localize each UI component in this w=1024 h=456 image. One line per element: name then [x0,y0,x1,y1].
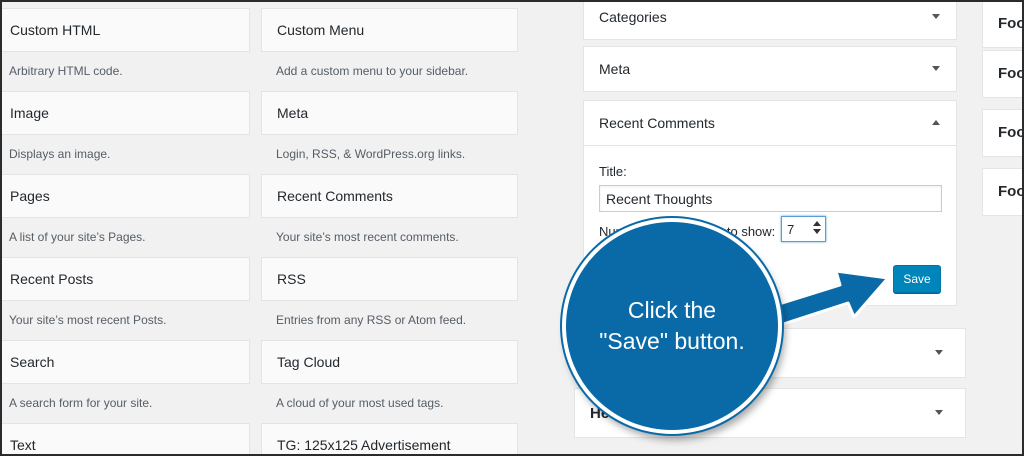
widget-title: Foo [998,15,1024,32]
title-label: Title: [599,164,627,179]
title-input[interactable] [599,185,942,212]
widget-description: Add a custom menu to your sidebar. [276,64,469,78]
widget-header[interactable]: Categories [584,0,956,39]
widget-description: Displays an image. [9,147,111,161]
widget-tg-advertisement[interactable]: TG: 125x125 Advertisement [261,423,518,456]
far-right-widget[interactable]: Foo [982,109,1024,157]
caret-down-icon[interactable] [932,66,940,71]
widget-description: A list of your site’s Pages. [9,230,146,244]
caret-down-icon[interactable] [935,410,943,415]
widget-description: Arbitrary HTML code. [9,64,123,78]
widget-description: Your site’s most recent Posts. [9,313,167,327]
callout-text: Click the "Save" button. [587,295,757,357]
widget-name: Recent Comments [277,188,393,204]
widget-pages[interactable]: Pages [0,174,250,218]
far-right-widget[interactable]: Foo [982,50,1024,98]
widget-name: Image [10,105,49,121]
widget-name: Custom HTML [10,22,101,38]
number-value: 7 [787,221,795,237]
widget-name: Meta [277,105,309,121]
save-button[interactable]: Save [893,265,941,293]
spin-down-icon[interactable] [813,229,821,234]
widget-recent-posts[interactable]: Recent Posts [0,257,250,301]
widget-description: Login, RSS, & WordPress.org links. [276,147,466,161]
widget-recent-comments[interactable]: Recent Comments [261,174,518,218]
caret-up-icon[interactable] [932,120,940,125]
number-of-comments-input[interactable]: 7 [781,216,826,242]
widget-search[interactable]: Search [0,340,250,384]
far-right-widget[interactable]: Foo [982,0,1024,48]
widget-tag-cloud[interactable]: Tag Cloud [261,340,518,384]
far-right-widget[interactable]: Foo [982,168,1024,216]
widget-name: Pages [10,188,50,204]
widget-custom-html[interactable]: Custom HTML [0,8,250,52]
widget-name: Tag Cloud [277,354,341,370]
widget-meta[interactable]: Meta [261,91,518,135]
widget-header[interactable]: Meta [584,47,956,91]
caret-down-icon[interactable] [932,14,940,19]
widget-description: A cloud of your most used tags. [276,396,444,410]
widget-title: Categories [599,9,667,25]
widget-header[interactable]: Recent Comments [584,101,956,145]
widget-name: Recent Posts [10,271,94,287]
widget-description: A search form for your site. [9,396,153,410]
widget-custom-menu[interactable]: Custom Menu [261,8,518,52]
widget-name: RSS [277,271,306,287]
spin-up-icon[interactable] [813,221,821,226]
widget-name: Search [10,354,55,370]
widget-description: Your site’s most recent comments. [276,230,459,244]
widget-name: TG: 125x125 Advertisement [277,437,451,453]
sidebar-widget-meta[interactable]: Meta [583,46,957,92]
widget-name: Custom Menu [277,22,365,38]
widget-title: Foo [998,183,1024,200]
spinner-arrows-icon[interactable] [813,221,821,234]
sidebar-widget-categories[interactable]: Categories [583,0,957,40]
widget-image[interactable]: Image [0,91,250,135]
widget-title: Recent Comments [599,115,715,131]
callout-line: Click the [627,297,717,323]
instruction-callout: Click the "Save" button. [562,218,782,434]
widget-name: Text [10,437,36,453]
widget-title: Foo [998,65,1024,82]
callout-line: "Save" button. [599,328,745,354]
widget-text[interactable]: Text [0,423,250,456]
widget-title: Foo [998,124,1024,141]
widget-rss[interactable]: RSS [261,257,518,301]
widget-description: Entries from any RSS or Atom feed. [276,313,467,327]
caret-down-icon[interactable] [935,350,943,355]
widget-title: Meta [599,61,631,77]
